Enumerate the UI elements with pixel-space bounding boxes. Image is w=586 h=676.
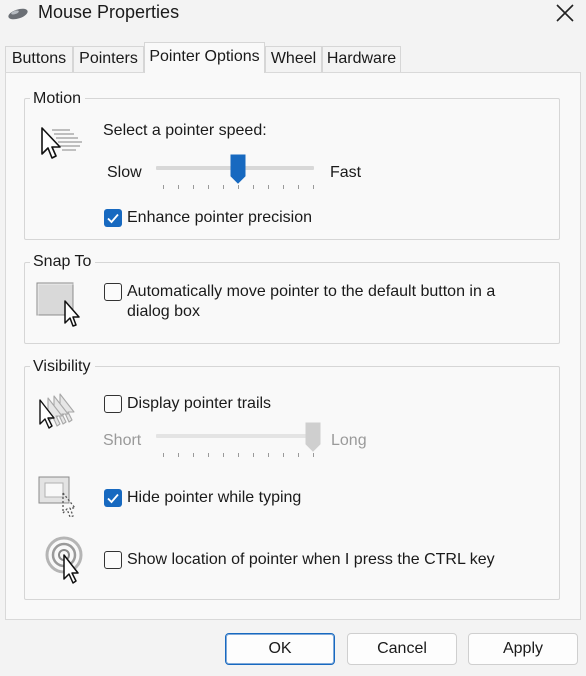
slider-tick	[283, 185, 284, 189]
snap-to-group-title: Snap To	[30, 253, 96, 271]
tab-pointers[interactable]: Pointers	[73, 46, 144, 72]
snap-to-icon	[36, 282, 80, 327]
auto-snap-checkbox[interactable]	[104, 283, 122, 301]
hide-while-typing-icon	[38, 476, 76, 518]
slider-tick	[178, 185, 179, 189]
slider-tick	[208, 453, 209, 457]
tab-hardware[interactable]: Hardware	[322, 46, 401, 72]
show-location-checkbox[interactable]	[104, 551, 122, 569]
mouse-app-icon	[8, 8, 28, 20]
pointer-trails-icon	[39, 393, 75, 429]
checkmark-icon	[107, 213, 119, 224]
trail-length-slider[interactable]	[155, 422, 321, 462]
slider-tick	[253, 185, 254, 189]
checkmark-icon	[107, 493, 119, 504]
pointer-trails-label[interactable]: Display pointer trails	[127, 394, 271, 414]
trail-slider-track	[156, 434, 314, 438]
slider-tick	[298, 185, 299, 189]
slow-label: Slow	[107, 164, 142, 181]
enhance-precision-checkbox[interactable]	[104, 209, 122, 227]
trail-slider-thumb[interactable]	[305, 422, 321, 452]
slider-tick	[298, 453, 299, 457]
speed-label: Select a pointer speed:	[103, 122, 267, 139]
tab-pointer-options[interactable]: Pointer Options	[144, 42, 265, 73]
close-button[interactable]	[548, 0, 582, 26]
pointer-trails-checkbox[interactable]	[104, 395, 122, 413]
pointer-speed-icon	[41, 127, 82, 159]
slider-tick	[313, 453, 314, 457]
slider-tick	[163, 185, 164, 189]
close-icon	[556, 4, 574, 22]
speed-slider-thumb[interactable]	[230, 154, 246, 184]
show-location-label[interactable]: Show location of pointer when I press th…	[127, 550, 495, 570]
hide-while-typing-checkbox[interactable]	[104, 489, 122, 507]
enhance-precision-label[interactable]: Enhance pointer precision	[127, 208, 312, 228]
slider-tick	[193, 453, 194, 457]
long-label: Long	[331, 432, 367, 449]
slider-tick	[208, 185, 209, 189]
slider-tick	[193, 185, 194, 189]
slider-tick	[163, 453, 164, 457]
short-label: Short	[103, 432, 142, 449]
show-location-icon	[45, 536, 83, 584]
visibility-group-title: Visibility	[30, 358, 95, 376]
slider-tick	[268, 185, 269, 189]
auto-snap-label-line2[interactable]: dialog box	[127, 302, 200, 322]
slider-tick	[253, 453, 254, 457]
slider-tick	[268, 453, 269, 457]
speed-slider[interactable]	[155, 152, 317, 192]
hide-while-typing-label[interactable]: Hide pointer while typing	[127, 488, 301, 508]
snap-to-group	[24, 262, 560, 344]
slider-tick	[238, 185, 239, 189]
slider-tick	[178, 453, 179, 457]
cancel-button[interactable]: Cancel	[347, 633, 457, 665]
slider-tick	[283, 453, 284, 457]
motion-group-title: Motion	[30, 90, 86, 108]
window-title: Mouse Properties	[38, 2, 180, 22]
tab-buttons[interactable]: Buttons	[5, 46, 73, 72]
auto-snap-label-line1[interactable]: Automatically move pointer to the defaul…	[127, 282, 495, 302]
ok-button[interactable]: OK	[225, 633, 335, 665]
slider-tick	[313, 185, 314, 189]
slider-tick	[223, 185, 224, 189]
tab-wheel[interactable]: Wheel	[265, 46, 322, 72]
slider-tick	[238, 453, 239, 457]
fast-label: Fast	[330, 164, 362, 181]
apply-button[interactable]: Apply	[468, 633, 578, 665]
slider-tick	[223, 453, 224, 457]
